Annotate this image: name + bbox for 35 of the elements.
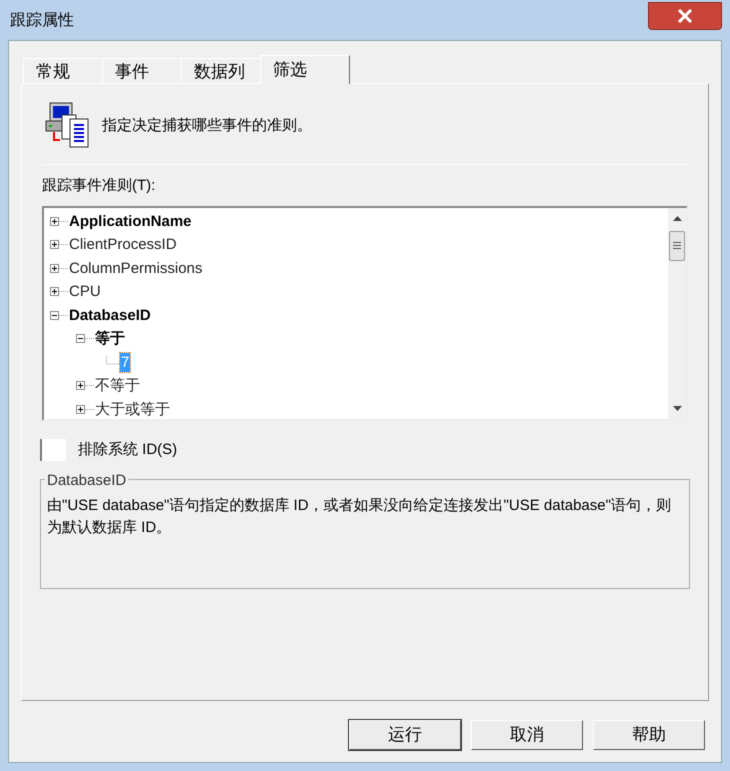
checkbox-label[interactable]: 排除系统 ID(S) — [78, 438, 178, 461]
expand-icon[interactable] — [50, 240, 68, 250]
dialog-button[interactable]: 取消 — [471, 720, 583, 750]
tree-view[interactable]: ApplicationName ClientProcessID ColumnPermissions CPU DatabaseID 等于 7 不等于 大于或等于 — [42, 206, 688, 420]
expand-icon[interactable] — [50, 216, 68, 226]
tree-item[interactable]: 大于或等于 — [94, 400, 171, 418]
collapse-icon[interactable] — [76, 334, 94, 344]
close-button[interactable] — [648, 2, 722, 30]
tree-label: 跟踪事件准则(T): — [42, 176, 156, 196]
expand-icon[interactable] — [50, 287, 68, 296]
tree-item[interactable]: 等于 — [94, 329, 126, 348]
dialog-button[interactable]: 运行 — [349, 720, 461, 750]
expand-icon[interactable] — [76, 404, 94, 414]
tree-item[interactable]: 不等于 — [94, 376, 141, 396]
tree-item[interactable]: DatabaseID — [68, 306, 152, 325]
expand-icon[interactable] — [76, 381, 94, 390]
scrollbar-thumb[interactable] — [669, 230, 685, 260]
dialog-button[interactable]: 帮助 — [593, 720, 705, 750]
checkbox[interactable] — [40, 438, 66, 461]
tree-item[interactable]: ColumnPermissions — [68, 258, 204, 278]
tree-item[interactable]: ApplicationName — [68, 212, 193, 231]
tab[interactable]: 筛选 — [260, 55, 350, 84]
tab[interactable]: 常规 — [23, 58, 103, 83]
tab[interactable]: 事件 — [102, 58, 182, 83]
scroll-up-icon[interactable] — [672, 216, 682, 220]
description-text: 由"USE database"语句指定的数据库 ID，或者如果没向给定连接发出"USE database"语句，则为默认数据库 ID。 — [47, 496, 672, 538]
scroll-down-icon[interactable] — [672, 406, 682, 410]
expand-icon[interactable] — [50, 264, 68, 273]
collapse-icon[interactable] — [50, 310, 68, 320]
instruction-text: 指定决定捕获哪些事件的准则。 — [102, 116, 312, 136]
window-title: 跟踪属性 — [10, 10, 74, 31]
tree-item[interactable]: ClientProcessID — [68, 235, 178, 254]
tree-item[interactable]: CPU — [68, 282, 102, 302]
close-icon — [677, 9, 693, 23]
tab[interactable]: 数据列 — [181, 58, 261, 83]
